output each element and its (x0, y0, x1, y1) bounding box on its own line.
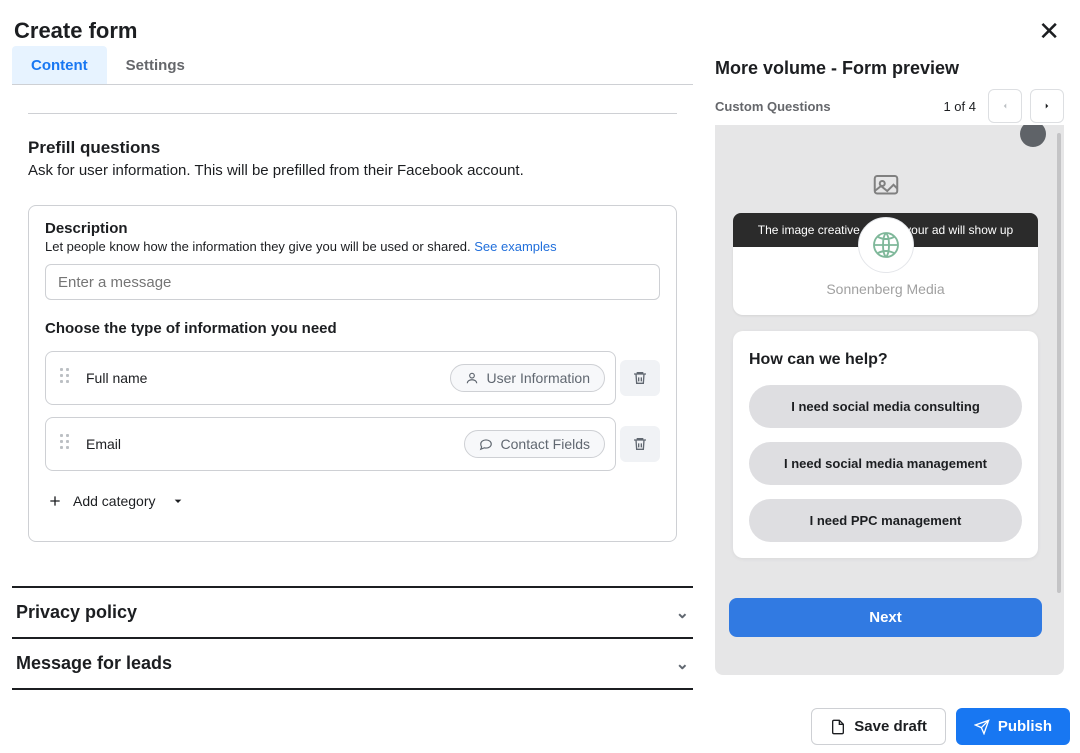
field-row-email[interactable]: Email Contact Fields (45, 417, 616, 471)
chevron-down-icon (170, 493, 186, 509)
close-button[interactable]: ✕ (1032, 16, 1066, 46)
image-placeholder-icon (733, 159, 1038, 213)
speech-icon (479, 437, 493, 451)
user-icon (465, 371, 479, 385)
trash-icon (632, 436, 648, 452)
scrollbar[interactable] (1057, 133, 1061, 593)
preview-count: 1 of 4 (943, 99, 976, 114)
question-heading: How can we help? (749, 351, 1022, 369)
drag-handle-icon[interactable] (60, 368, 74, 388)
option-button[interactable]: I need social media consulting (749, 385, 1022, 428)
save-draft-button[interactable]: Save draft (811, 708, 946, 745)
field-tag-contact: Contact Fields (464, 430, 605, 458)
see-examples-link[interactable]: See examples (474, 239, 556, 254)
prefill-heading: Prefill questions (28, 138, 677, 158)
trash-icon (632, 370, 648, 386)
plus-icon (47, 493, 63, 509)
choose-type-heading: Choose the type of information you need (45, 320, 660, 337)
page-title: Create form (14, 18, 137, 44)
form-preview: The image creative used in your ad will … (715, 125, 1064, 675)
preview-next-step-button[interactable]: Next (729, 598, 1042, 637)
send-icon (974, 719, 990, 735)
section-message-for-leads[interactable]: Message for leads ⌄ (12, 637, 693, 690)
tab-settings[interactable]: Settings (107, 46, 204, 84)
option-button[interactable]: I need social media management (749, 442, 1022, 485)
caret-left-icon (1000, 101, 1010, 111)
drag-handle-icon[interactable] (60, 434, 74, 454)
tabs: Content Settings (12, 46, 693, 85)
prefill-sub: Ask for user information. This will be p… (28, 162, 677, 179)
tab-content[interactable]: Content (12, 46, 107, 84)
caret-right-icon (1042, 101, 1052, 111)
delete-field-button[interactable] (620, 426, 660, 462)
section-privacy-policy[interactable]: Privacy policy ⌄ (12, 586, 693, 639)
option-button[interactable]: I need PPC management (749, 499, 1022, 542)
preview-prev-button[interactable] (988, 89, 1022, 123)
add-category-button[interactable]: Add category (45, 483, 188, 519)
document-icon (830, 719, 846, 735)
chevron-down-icon: ⌄ (676, 654, 689, 674)
globe-icon (870, 229, 902, 261)
chevron-down-icon: ⌄ (676, 603, 689, 623)
description-input[interactable] (45, 264, 660, 300)
preview-next-button[interactable] (1030, 89, 1064, 123)
field-tag-user-info: User Information (450, 364, 605, 392)
publish-button[interactable]: Publish (956, 708, 1070, 745)
preview-nav-label: Custom Questions (715, 99, 831, 114)
delete-field-button[interactable] (620, 360, 660, 396)
merchant-avatar (858, 217, 914, 273)
description-sub: Let people know how the information they… (45, 239, 660, 254)
field-label: Email (86, 436, 452, 452)
description-heading: Description (45, 220, 660, 237)
field-label: Full name (86, 370, 438, 386)
preview-title: More volume - Form preview (715, 58, 1064, 79)
merchant-name: Sonnenberg Media (733, 281, 1038, 297)
field-row-fullname[interactable]: Full name User Information (45, 351, 616, 405)
